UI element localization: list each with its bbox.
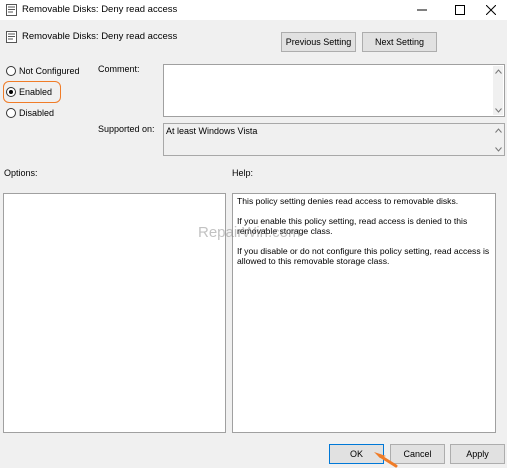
scroll-up-icon[interactable]: [494, 126, 502, 134]
window-title: Removable Disks: Deny read access: [22, 4, 178, 15]
watermark: RepairWin.com: [198, 224, 301, 241]
supported-on-label: Supported on:: [98, 124, 155, 134]
policy-icon: [6, 31, 17, 43]
close-icon: [486, 5, 496, 15]
radio-circle-enabled: [6, 87, 16, 97]
help-label: Help:: [232, 168, 254, 178]
previous-setting-button[interactable]: Previous Setting: [281, 32, 356, 52]
help-paragraph: If you disable or do not configure this …: [237, 245, 490, 267]
policy-icon: [6, 4, 17, 16]
radio-label-enabled: Enabled: [19, 87, 53, 97]
help-paragraph: This policy setting denies read access t…: [237, 196, 459, 206]
close-button[interactable]: [475, 0, 507, 20]
radio-label-not-configured: Not Configured: [19, 66, 80, 76]
maximize-button[interactable]: [443, 0, 477, 20]
options-label: Options:: [4, 168, 38, 178]
maximize-icon: [455, 5, 465, 15]
radio-circle-disabled: [6, 108, 16, 118]
supported-scrollbar[interactable]: [493, 125, 503, 154]
supported-on-value: At least Windows Vista: [166, 126, 258, 136]
radio-enabled[interactable]: Enabled: [6, 87, 52, 97]
scroll-down-icon[interactable]: [494, 145, 502, 153]
scroll-up-icon[interactable]: [494, 67, 502, 75]
arrow-pointer-icon: [374, 452, 398, 468]
next-setting-button[interactable]: Next Setting: [362, 32, 437, 52]
options-panel: [3, 193, 226, 433]
comment-label: Comment:: [98, 64, 140, 74]
radio-disabled[interactable]: Disabled: [6, 108, 54, 118]
comment-textarea[interactable]: [163, 64, 505, 117]
scroll-down-icon[interactable]: [494, 106, 502, 114]
minimize-icon: [417, 9, 427, 11]
radio-not-configured[interactable]: Not Configured: [6, 66, 80, 76]
radio-label-disabled: Disabled: [19, 108, 55, 118]
radio-circle-not-configured: [6, 66, 16, 76]
policy-name: Removable Disks: Deny read access: [22, 31, 178, 42]
comment-scrollbar[interactable]: [493, 66, 503, 115]
apply-button[interactable]: Apply: [450, 444, 505, 464]
minimize-button[interactable]: [405, 0, 439, 20]
